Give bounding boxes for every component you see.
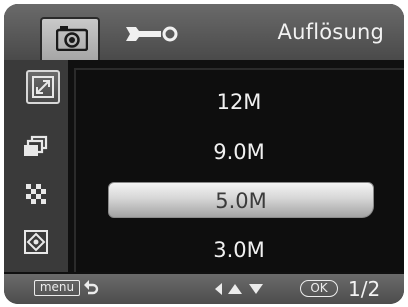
option-5m-selected[interactable]: 5.0M xyxy=(108,182,374,218)
wrench-icon xyxy=(126,26,178,42)
stacked-frames-icon xyxy=(24,135,48,156)
bottom-bar: menu OK 1/2 xyxy=(4,274,404,304)
sidebar-item-quality[interactable] xyxy=(4,172,68,216)
camera-icon xyxy=(56,26,88,51)
ok-button[interactable]: OK xyxy=(300,280,338,297)
sidebar-item-focus[interactable] xyxy=(4,220,68,264)
back-arrow-icon xyxy=(84,280,99,295)
resize-icon xyxy=(32,76,54,98)
sidebar xyxy=(4,60,68,272)
camera-menu-screen: Auflösung 12M 9.0M 5.0M 3.0M menu OK 1/2 xyxy=(4,4,404,304)
sidebar-item-resolution[interactable] xyxy=(26,70,60,104)
checker-grid-icon xyxy=(26,184,46,204)
page-indicator: 1/2 xyxy=(348,277,381,301)
tab-settings[interactable] xyxy=(124,24,178,48)
option-3m[interactable]: 3.0M xyxy=(76,238,402,262)
resolution-list: 12M 9.0M 5.0M 3.0M xyxy=(74,68,404,272)
navigation-arrows-icon xyxy=(215,283,263,295)
menu-button[interactable]: menu xyxy=(34,280,80,296)
sidebar-item-sequence[interactable] xyxy=(4,125,68,169)
option-12m[interactable]: 12M xyxy=(76,90,402,114)
top-bar: Auflösung xyxy=(4,4,404,60)
focus-target-icon xyxy=(24,230,48,254)
page-title: Auflösung xyxy=(277,20,384,44)
tab-camera[interactable] xyxy=(40,17,100,60)
option-9m[interactable]: 9.0M xyxy=(76,140,402,164)
